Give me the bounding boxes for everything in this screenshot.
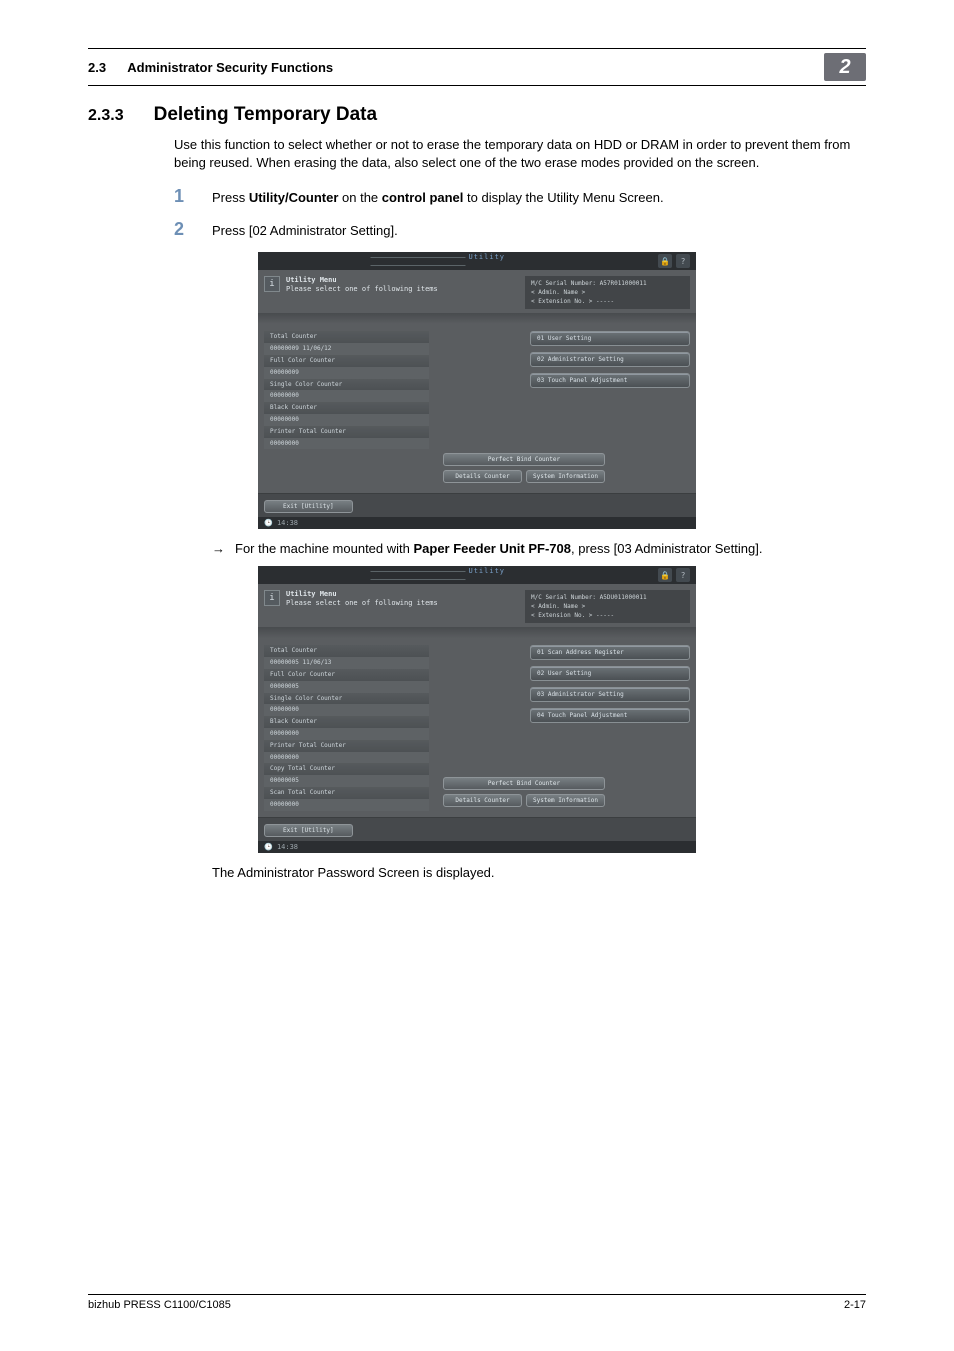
page-footer: bizhub PRESS C1100/C1085 2-17 (88, 1294, 866, 1311)
system-information-button[interactable]: System Information (526, 470, 605, 483)
body: Total Counter 00000009 11/06/12 Full Col… (258, 313, 696, 493)
subsection-number: 2.3.3 (88, 107, 124, 125)
statusbar: 🕒 14:38 (258, 517, 696, 529)
page-header: 2.3 Administrator Security Functions 2 (88, 48, 866, 86)
chapter-badge: 2 (824, 53, 866, 81)
footer-band: Exit [Utility] (258, 493, 696, 517)
note-line: → For the machine mounted with Paper Fee… (212, 541, 866, 556)
info-icon: i (264, 276, 280, 292)
administrator-setting-button[interactable]: 02 Administrator Setting (530, 352, 690, 367)
table-row: 00000000 (264, 414, 429, 426)
topbar: Utility 🔒 ? (258, 566, 696, 584)
touch-panel-adjustment-button[interactable]: 03 Touch Panel Adjustment (530, 373, 690, 388)
counters-panel: Total Counter 00000009 11/06/12 Full Col… (264, 331, 429, 449)
clock-time: 14:38 (277, 519, 298, 527)
intro-paragraph: Use this function to select whether or n… (174, 136, 866, 172)
section-title: Administrator Security Functions (127, 60, 333, 75)
product-name: bizhub PRESS C1100/C1085 (88, 1299, 231, 1311)
details-counter-button[interactable]: Details Counter (443, 794, 522, 807)
arrow-icon: → (212, 541, 225, 556)
table-row: 00000005 (264, 775, 429, 787)
step-2: 2 Press [02 Administrator Setting]. (174, 219, 866, 240)
header-band: i Utility Menu Please select one of foll… (258, 270, 696, 313)
lock-icon[interactable]: 🔒 (658, 254, 672, 268)
table-row: Copy Total Counter (264, 763, 429, 775)
header-text: Utility Menu Please select one of follow… (286, 590, 438, 608)
table-row: 00000005 (264, 681, 429, 693)
help-icon[interactable]: ? (676, 568, 690, 582)
table-row: 00000000 (264, 728, 429, 740)
perfect-bind-counter-button[interactable]: Perfect Bind Counter (443, 777, 605, 790)
subsection-heading: 2.3.3 Deleting Temporary Data (88, 104, 866, 126)
table-row: Black Counter (264, 716, 429, 728)
serial-panel: M/C Serial Number: A5DU011000011 < Admin… (525, 590, 690, 623)
table-row: 00000009 (264, 367, 429, 379)
section-number: 2.3 (88, 60, 106, 75)
header-text: Utility Menu Please select one of follow… (286, 276, 438, 294)
section-title-line: 2.3 Administrator Security Functions (88, 60, 333, 75)
lock-icon[interactable]: 🔒 (658, 568, 672, 582)
table-row: Total Counter (264, 331, 429, 343)
touch-panel-adjustment-button[interactable]: 04 Touch Panel Adjustment (530, 708, 690, 723)
table-row: Scan Total Counter (264, 787, 429, 799)
table-row: Full Color Counter (264, 355, 429, 367)
table-row: Total Counter (264, 645, 429, 657)
exit-button[interactable]: Exit [Utility] (264, 824, 353, 837)
table-row: 00000009 11/06/12 (264, 343, 429, 355)
step-1-number: 1 (174, 186, 190, 207)
table-row: 00000005 11/06/13 (264, 657, 429, 669)
bottom-button-group: Perfect Bind Counter Details Counter Sys… (443, 453, 605, 483)
table-row: Single Color Counter (264, 693, 429, 705)
table-row: 00000000 (264, 438, 429, 450)
utility-screenshot-2: Utility 🔒 ? i Utility Menu Please select… (258, 566, 696, 852)
menu-panel: 01 User Setting 02 Administrator Setting… (530, 331, 690, 449)
user-setting-button[interactable]: 02 User Setting (530, 666, 690, 681)
administrator-setting-button[interactable]: 03 Administrator Setting (530, 687, 690, 702)
table-row: 00000000 (264, 390, 429, 402)
table-row: Printer Total Counter (264, 740, 429, 752)
subsection-title: Deleting Temporary Data (154, 104, 377, 126)
perfect-bind-counter-button[interactable]: Perfect Bind Counter (443, 453, 605, 466)
page-number: 2-17 (844, 1299, 866, 1311)
utility-screenshot-1: Utility 🔒 ? i Utility Menu Please select… (258, 252, 696, 529)
system-information-button[interactable]: System Information (526, 794, 605, 807)
table-row: Black Counter (264, 402, 429, 414)
table-row: 00000000 (264, 704, 429, 716)
details-counter-button[interactable]: Details Counter (443, 470, 522, 483)
exit-button[interactable]: Exit [Utility] (264, 500, 353, 513)
header-band: i Utility Menu Please select one of foll… (258, 584, 696, 627)
table-row: Printer Total Counter (264, 426, 429, 438)
footer-band: Exit [Utility] (258, 817, 696, 841)
topbar-title: Utility (368, 253, 587, 269)
step-1-text: Press Utility/Counter on the control pan… (212, 190, 664, 205)
follow-paragraph: The Administrator Password Screen is dis… (212, 865, 866, 880)
user-setting-button[interactable]: 01 User Setting (530, 331, 690, 346)
statusbar: 🕒 14:38 (258, 841, 696, 853)
topbar: Utility 🔒 ? (258, 252, 696, 270)
topbar-title: Utility (368, 567, 587, 583)
table-row: 00000000 (264, 799, 429, 811)
table-row: Full Color Counter (264, 669, 429, 681)
clock-icon: 🕒 (264, 519, 273, 527)
help-icon[interactable]: ? (676, 254, 690, 268)
clock-icon: 🕒 (264, 843, 273, 851)
info-icon: i (264, 590, 280, 606)
serial-panel: M/C Serial Number: A57R011000011 < Admin… (525, 276, 690, 309)
step-1: 1 Press Utility/Counter on the control p… (174, 186, 866, 207)
table-row: Single Color Counter (264, 379, 429, 391)
step-2-text: Press [02 Administrator Setting]. (212, 223, 398, 238)
body: Total Counter 00000005 11/06/13 Full Col… (258, 627, 696, 816)
counters-panel: Total Counter 00000005 11/06/13 Full Col… (264, 645, 429, 810)
scan-address-register-button[interactable]: 01 Scan Address Register (530, 645, 690, 660)
step-2-number: 2 (174, 219, 190, 240)
bottom-button-group: Perfect Bind Counter Details Counter Sys… (443, 777, 605, 807)
note-text: For the machine mounted with Paper Feede… (235, 541, 762, 556)
table-row: 00000000 (264, 752, 429, 764)
clock-time: 14:38 (277, 843, 298, 851)
